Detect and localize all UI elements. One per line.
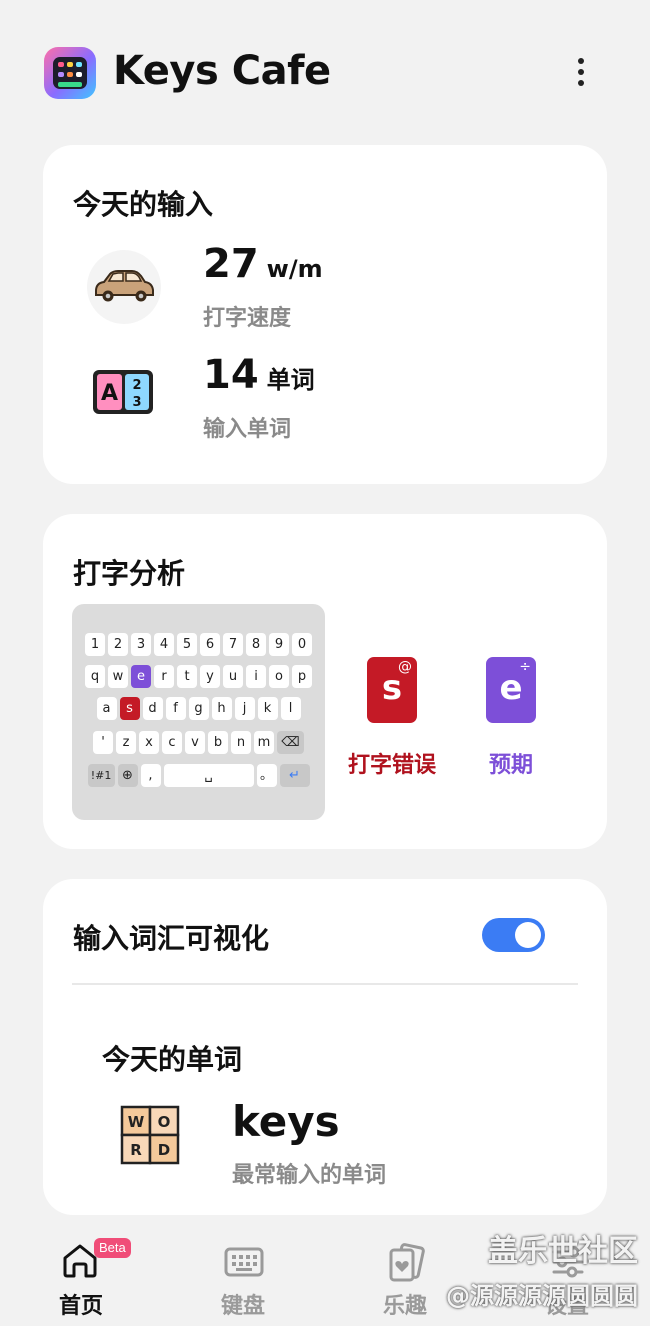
prediction-key-icon: e ÷ [486, 657, 536, 723]
card-title: 今天的输入 [73, 188, 214, 221]
app-logo-icon [44, 47, 96, 99]
divider [72, 983, 578, 985]
keyboard-key: i [246, 665, 266, 688]
app-title: Keys Cafe [113, 48, 331, 94]
toggle-knob [515, 922, 541, 948]
keyboard-key: z [116, 731, 136, 754]
keyboard-key: m [254, 731, 274, 754]
community-watermark-user: @源源源源圆圆圆 [446, 1282, 638, 1310]
community-watermark: 盖乐世社区 [488, 1234, 638, 1269]
keyboard-key: g [188, 697, 209, 720]
svg-text:A: A [101, 381, 118, 406]
car-icon [87, 250, 161, 324]
keyboard-key: o [269, 665, 289, 688]
svg-text:D: D [158, 1141, 170, 1159]
cards-icon [389, 1243, 425, 1282]
keyboard-key: 2 [108, 633, 128, 656]
keyboard-key: 3 [131, 633, 151, 656]
keyboard-key: v [185, 731, 205, 754]
letters-tile-icon: A 2 3 [93, 370, 153, 414]
keyboard-key: k [257, 697, 278, 720]
keyboard-key: c [162, 731, 182, 754]
keyboard-key: ⊕ [117, 764, 138, 787]
keyboard-row-numbers: 1234567890 [72, 633, 325, 656]
nav-keyboard[interactable]: 键盘 [162, 1222, 324, 1326]
typing-error-key-icon: s @ [367, 657, 417, 723]
beta-badge: Beta [94, 1238, 131, 1258]
keyboard-icon [224, 1247, 264, 1277]
svg-text:O: O [158, 1113, 171, 1131]
words-typed-value: 14 单词 [203, 352, 315, 398]
keyboard-row-asdf: asdfghjkl [72, 697, 325, 720]
keyboard-key: ⌫ [277, 731, 304, 754]
keyboard-key: 1 [85, 633, 105, 656]
typing-speed-label: 打字速度 [203, 306, 292, 331]
svg-text:W: W [128, 1113, 145, 1131]
keyboard-key: 。 [256, 764, 277, 787]
keyboard-row-zxcv: ' z x c v b n m ⌫ [72, 731, 325, 754]
typing-speed-value: 27 w/m [203, 241, 323, 287]
svg-text:3: 3 [132, 395, 141, 410]
words-typed-label: 输入单词 [203, 417, 292, 442]
prediction-label: 预期 [488, 753, 533, 778]
app-header: Keys Cafe [0, 0, 650, 140]
keyboard-key: 8 [246, 633, 266, 656]
keyboard-key: f [165, 697, 186, 720]
keyboard-key: s [119, 697, 140, 720]
keyboard-key: d [142, 697, 163, 720]
keyboard-heatmap: 1234567890 qwertyuiop asdfghjkl ' z x c v b n m… [72, 604, 325, 820]
keyboard-key: 6 [200, 633, 220, 656]
keyboard-key: l [280, 697, 301, 720]
keyboard-key: 5 [177, 633, 197, 656]
vocab-visualization-toggle[interactable] [482, 918, 545, 952]
keyboard-key: ↵ [279, 764, 310, 787]
keyboard-key: y [200, 665, 220, 688]
keyboard-key: t [177, 665, 197, 688]
keyboard-row-qwerty: qwertyuiop [72, 665, 325, 688]
typing-error-label: 打字错误 [347, 753, 436, 778]
keyboard-key: ␣ [163, 764, 254, 787]
nav-label-keyboard: 键盘 [220, 1294, 265, 1319]
top-word-label: 最常输入的单词 [232, 1163, 387, 1188]
keyboard-key: 0 [292, 633, 312, 656]
keyboard-key: h [211, 697, 232, 720]
nav-label-home: 首页 [58, 1294, 103, 1319]
typing-analysis-card[interactable]: 打字分析 1234567890 qwertyuiop asdfghjkl ' z x… [43, 514, 607, 849]
keyboard-key: j [234, 697, 255, 720]
keyboard-key: u [223, 665, 243, 688]
word-blocks-icon: W O R D [120, 1105, 180, 1165]
keyboard-key: b [208, 731, 228, 754]
keyboard-key: , [140, 764, 161, 787]
vocab-visualization-card: 输入词汇可视化 今天的单词 W O R D keys 最常输入的单词 [43, 879, 607, 1215]
keyboard-key: n [231, 731, 251, 754]
keyboard-key: 7 [223, 633, 243, 656]
more-options-icon[interactable] [566, 52, 596, 92]
svg-text:R: R [130, 1141, 142, 1159]
word-of-day-title: 今天的单词 [102, 1043, 243, 1076]
keyboard-key: 9 [269, 633, 289, 656]
svg-text:2: 2 [132, 378, 141, 393]
keyboard-key: x [139, 731, 159, 754]
nav-home[interactable]: Beta 首页 [0, 1222, 162, 1326]
keyboard-key: r [154, 665, 174, 688]
keyboard-key: q [85, 665, 105, 688]
keyboard-key: ' [93, 731, 113, 754]
keyboard-key: w [108, 665, 128, 688]
card-title: 打字分析 [73, 557, 186, 590]
keyboard-key: p [292, 665, 312, 688]
keyboard-row-bottom: !#1 ⊕, ␣。 ↵ [72, 764, 325, 787]
keyboard-key: e [131, 665, 151, 688]
card-title: 输入词汇可视化 [73, 922, 270, 955]
today-input-card[interactable]: 今天的输入 27 w/m 打字速度 A 2 3 14 单词 输入单词 [43, 145, 607, 484]
keyboard-key: a [96, 697, 117, 720]
top-word-value: keys [232, 1097, 340, 1146]
keyboard-key: !#1 [87, 764, 115, 787]
keyboard-key: 4 [154, 633, 174, 656]
